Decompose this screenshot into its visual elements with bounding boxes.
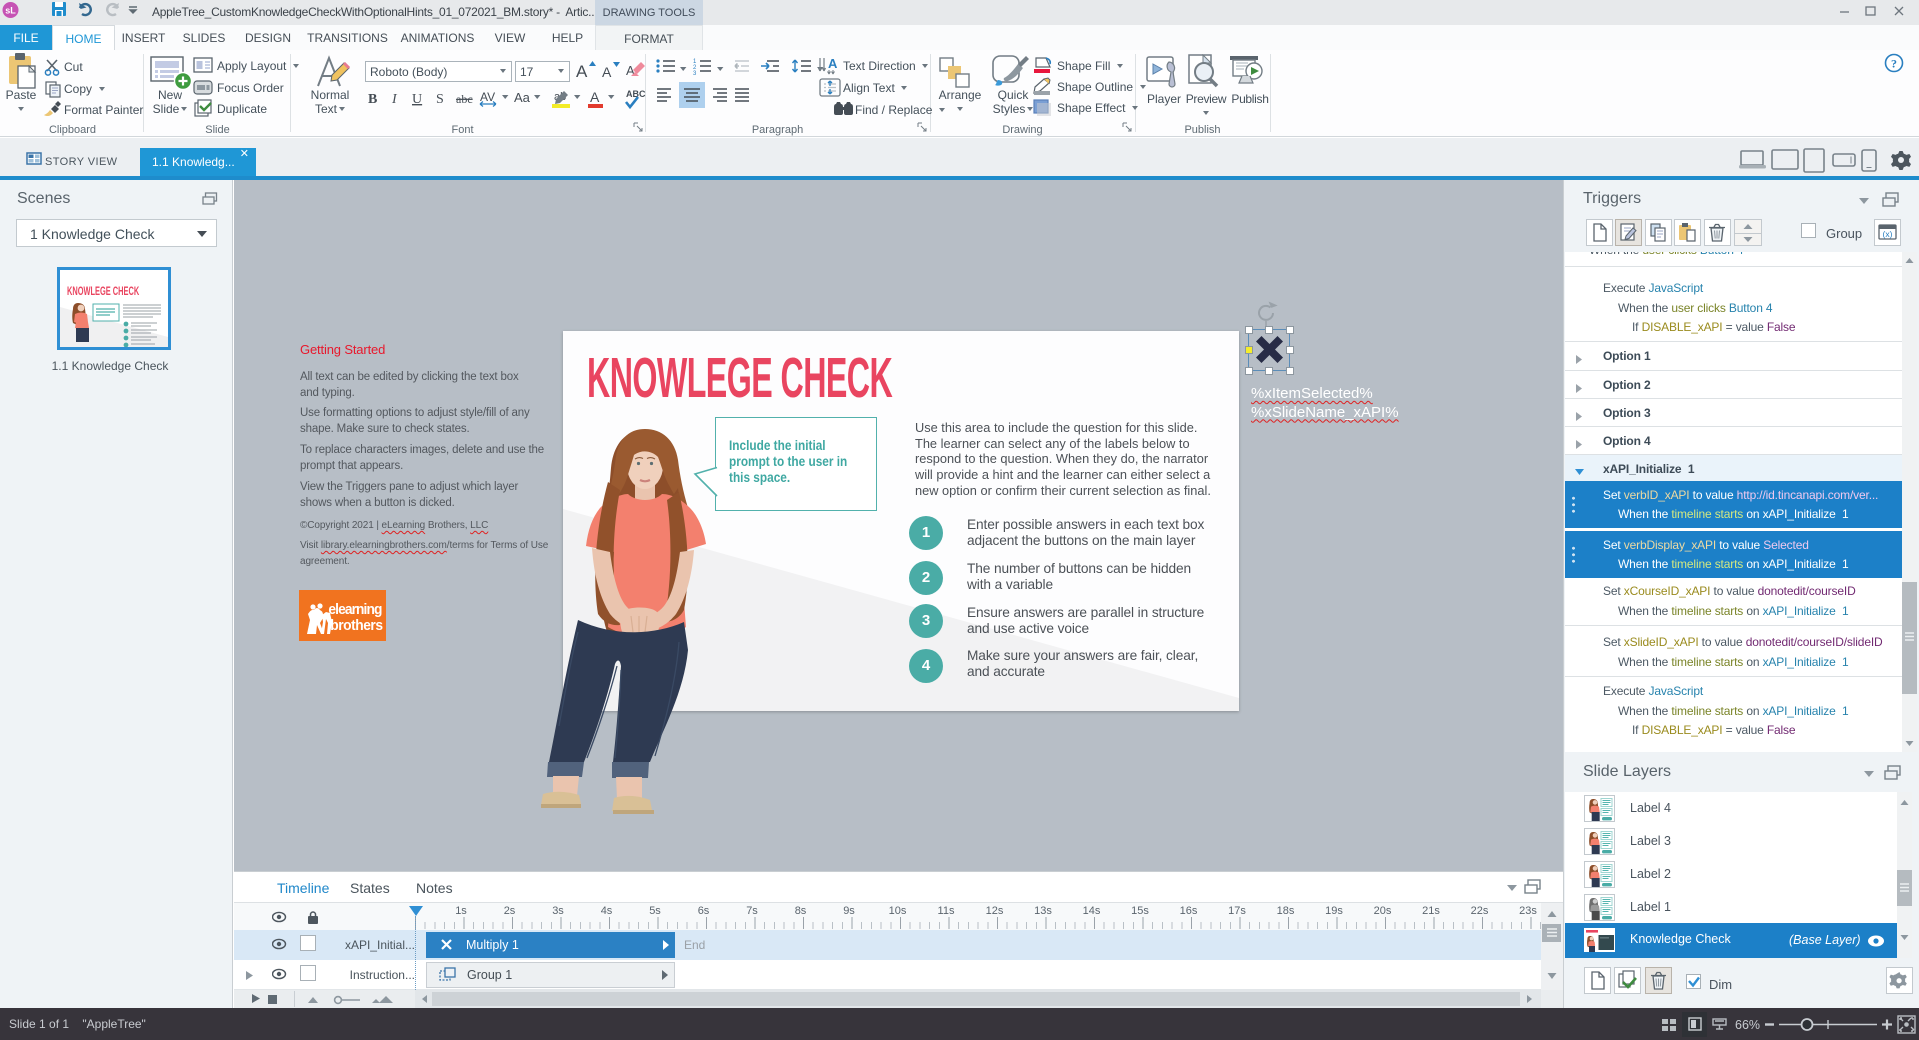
svg-text:(x): (x) xyxy=(1883,229,1893,239)
svg-text:66%: 66% xyxy=(1735,1018,1760,1032)
svg-text:A: A xyxy=(828,56,838,71)
svg-text:B: B xyxy=(368,92,377,107)
svg-text:sL: sL xyxy=(5,6,16,16)
svg-text:A: A xyxy=(576,62,588,81)
svg-text:elearning: elearning xyxy=(328,602,381,619)
svg-text:abc: abc xyxy=(456,92,473,106)
svg-text:A: A xyxy=(590,89,600,105)
svg-text:U: U xyxy=(412,92,422,107)
svg-text:A: A xyxy=(602,64,612,80)
svg-text:S: S xyxy=(436,92,444,107)
svg-text:3: 3 xyxy=(693,71,697,77)
svg-text:I: I xyxy=(391,92,398,107)
svg-text:Aa: Aa xyxy=(514,90,531,105)
svg-text:KNOWLEGE CHECK: KNOWLEGE CHECK xyxy=(67,285,140,298)
svg-text:brothers: brothers xyxy=(330,618,383,635)
